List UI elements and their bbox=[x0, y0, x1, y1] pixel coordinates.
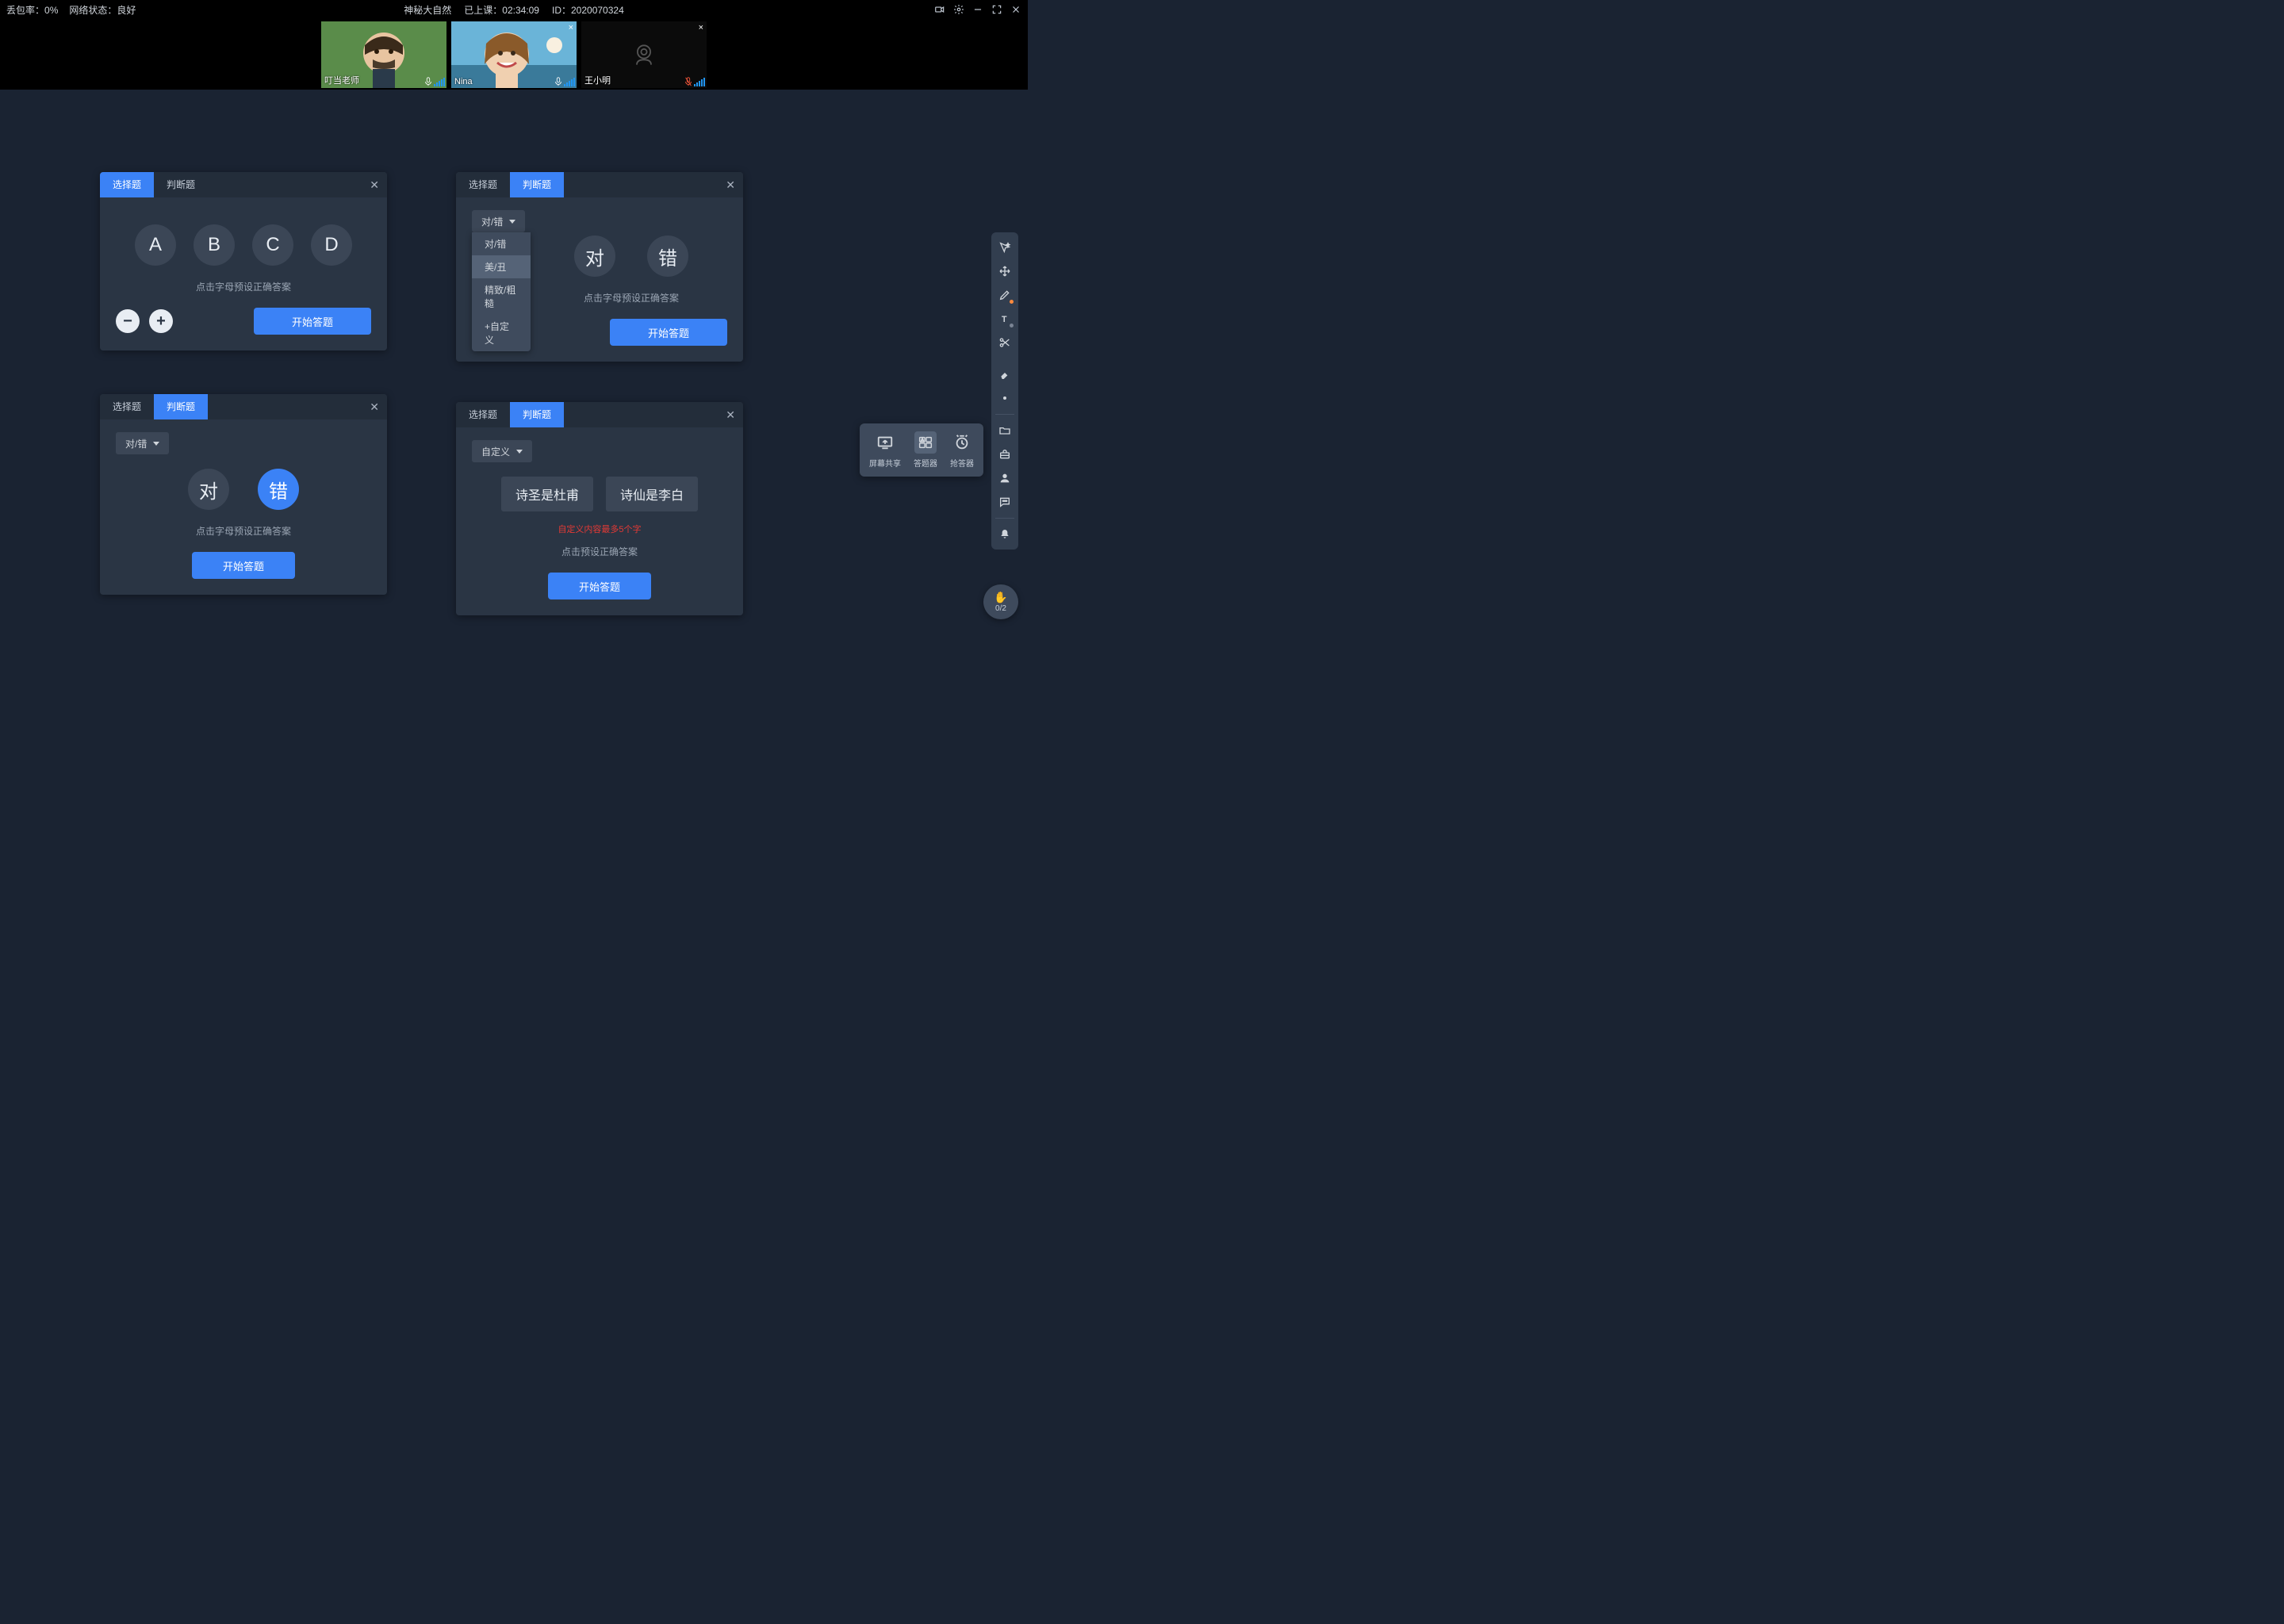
move-icon[interactable] bbox=[994, 261, 1015, 282]
minimize-icon[interactable] bbox=[972, 4, 983, 15]
option-b[interactable]: B bbox=[194, 224, 235, 266]
signal-icon bbox=[434, 77, 445, 86]
right-toolbar: T bbox=[991, 232, 1018, 550]
chevron-down-icon bbox=[509, 220, 515, 224]
mic-icon bbox=[554, 77, 562, 86]
dropdown-item[interactable]: +自定义 bbox=[472, 315, 531, 351]
screen-share-button[interactable]: 屏幕共享 bbox=[869, 431, 901, 469]
eraser-icon[interactable] bbox=[994, 364, 1015, 385]
tab-choice[interactable]: 选择题 bbox=[456, 402, 510, 427]
custom-option-2[interactable]: 诗仙是李白 bbox=[606, 477, 698, 511]
tab-choice[interactable]: 选择题 bbox=[100, 394, 154, 419]
hint-text: 点击预设正确答案 bbox=[472, 545, 727, 558]
user-icon[interactable] bbox=[994, 468, 1015, 488]
option-true[interactable]: 对 bbox=[574, 236, 615, 277]
dropdown-menu: 对/错 美/丑 精致/粗糙 +自定义 bbox=[472, 232, 531, 351]
pen-icon[interactable] bbox=[994, 285, 1015, 305]
mic-icon bbox=[424, 77, 432, 86]
dropdown-item[interactable]: 对/错 bbox=[472, 232, 531, 255]
raise-hand-widget[interactable]: ✋ 0/2 bbox=[983, 584, 1018, 619]
hand-icon: ✋ bbox=[994, 591, 1007, 604]
option-d[interactable]: D bbox=[311, 224, 352, 266]
class-title: 神秘大自然 bbox=[404, 3, 451, 17]
close-icon[interactable]: ✕ bbox=[370, 400, 379, 414]
answerer-button[interactable]: A 答题器 bbox=[914, 431, 937, 469]
chevron-down-icon bbox=[153, 442, 159, 446]
camera-icon[interactable] bbox=[934, 4, 945, 15]
video-name: 王小明 bbox=[584, 74, 611, 86]
packet-loss: 丢包率：0% bbox=[6, 3, 58, 17]
dropdown-item[interactable]: 精致/粗糙 bbox=[472, 278, 531, 315]
tab-tf[interactable]: 判断题 bbox=[510, 172, 564, 197]
maximize-icon[interactable] bbox=[991, 4, 1002, 15]
close-icon[interactable]: ✕ bbox=[370, 178, 379, 192]
start-button[interactable]: 开始答题 bbox=[548, 573, 651, 599]
gear-icon[interactable] bbox=[953, 4, 964, 15]
video-tile-student-1[interactable]: × Nina bbox=[451, 21, 577, 88]
video-strip: 叮当老师 × Nina × 王小明 bbox=[0, 19, 1028, 90]
plus-button[interactable]: + bbox=[149, 309, 173, 333]
tab-tf[interactable]: 判断题 bbox=[154, 172, 208, 197]
top-bar: 丢包率：0% 网络状态：良好 神秘大自然 已上课：02:34:09 ID：202… bbox=[0, 0, 1028, 19]
video-tile-teacher[interactable]: 叮当老师 bbox=[321, 21, 446, 88]
folder-icon[interactable] bbox=[994, 420, 1015, 441]
option-true[interactable]: 对 bbox=[188, 469, 229, 510]
custom-option-1[interactable]: 诗圣是杜甫 bbox=[501, 477, 593, 511]
panel-choice: 选择题 判断题 ✕ A B C D 点击字母预设正确答案 − + 开始答题 bbox=[100, 172, 387, 350]
toolbox-icon[interactable] bbox=[994, 444, 1015, 465]
mic-muted-icon bbox=[684, 77, 692, 86]
type-dropdown[interactable]: 对/错 bbox=[472, 210, 525, 232]
close-icon[interactable]: ✕ bbox=[726, 178, 735, 192]
panel-tf-selected: 选择题 判断题 ✕ 对/错 对 错 点击字母预设正确答案 开始答题 bbox=[100, 394, 387, 595]
video-name: 叮当老师 bbox=[324, 74, 359, 86]
scissors-icon[interactable] bbox=[994, 332, 1015, 353]
signal-icon bbox=[694, 77, 705, 86]
camera-off-icon bbox=[630, 40, 658, 69]
video-name: Nina bbox=[454, 77, 473, 86]
hand-count: 0/2 bbox=[995, 604, 1006, 613]
panel-custom: 选择题 判断题 ✕ 自定义 诗圣是杜甫 诗仙是李白 自定义内容最多5个字 点击预… bbox=[456, 402, 743, 615]
tile-close-icon[interactable]: × bbox=[699, 23, 703, 33]
stage: 选择题 判断题 ✕ A B C D 点击字母预设正确答案 − + 开始答题 选择… bbox=[0, 90, 1028, 730]
hint-text: 点击字母预设正确答案 bbox=[116, 524, 371, 538]
close-icon[interactable] bbox=[1010, 4, 1021, 15]
dropdown-item[interactable]: 美/丑 bbox=[472, 255, 531, 278]
session-id: ID：2020070324 bbox=[552, 3, 624, 17]
signal-icon bbox=[564, 77, 575, 86]
tile-close-icon[interactable]: × bbox=[569, 23, 573, 33]
responder-button[interactable]: 抢答器 bbox=[950, 431, 974, 469]
laser-icon[interactable] bbox=[994, 388, 1015, 408]
cursor-sparkle-icon[interactable] bbox=[994, 237, 1015, 258]
network-status: 网络状态：良好 bbox=[69, 3, 136, 17]
elapsed-time: 已上课：02:34:09 bbox=[464, 3, 539, 17]
close-icon[interactable]: ✕ bbox=[726, 408, 735, 422]
tab-tf[interactable]: 判断题 bbox=[510, 402, 564, 427]
tab-tf[interactable]: 判断题 bbox=[154, 394, 208, 419]
minus-button[interactable]: − bbox=[116, 309, 140, 333]
type-dropdown[interactable]: 自定义 bbox=[472, 440, 532, 462]
start-button[interactable]: 开始答题 bbox=[610, 319, 727, 346]
option-c[interactable]: C bbox=[252, 224, 293, 266]
tools-popup: 屏幕共享 A 答题器 抢答器 bbox=[860, 423, 983, 477]
panel-tf-dropdown: 选择题 判断题 ✕ 对/错 对/错 美/丑 精致/粗糙 +自定义 对 错 点击字… bbox=[456, 172, 743, 362]
chat-icon[interactable] bbox=[994, 492, 1015, 512]
text-icon[interactable]: T bbox=[994, 308, 1015, 329]
hint-text: 点击字母预设正确答案 bbox=[116, 280, 371, 293]
tab-choice[interactable]: 选择题 bbox=[100, 172, 154, 197]
chevron-down-icon bbox=[516, 450, 523, 454]
svg-text:T: T bbox=[1002, 315, 1007, 324]
start-button[interactable]: 开始答题 bbox=[254, 308, 371, 335]
error-text: 自定义内容最多5个字 bbox=[472, 523, 727, 535]
option-false[interactable]: 错 bbox=[258, 469, 299, 510]
option-a[interactable]: A bbox=[135, 224, 176, 266]
start-button[interactable]: 开始答题 bbox=[192, 552, 295, 579]
type-dropdown[interactable]: 对/错 bbox=[116, 432, 169, 454]
bell-icon[interactable] bbox=[994, 524, 1015, 545]
tab-choice[interactable]: 选择题 bbox=[456, 172, 510, 197]
video-tile-student-2[interactable]: × 王小明 bbox=[581, 21, 707, 88]
option-false[interactable]: 错 bbox=[647, 236, 688, 277]
